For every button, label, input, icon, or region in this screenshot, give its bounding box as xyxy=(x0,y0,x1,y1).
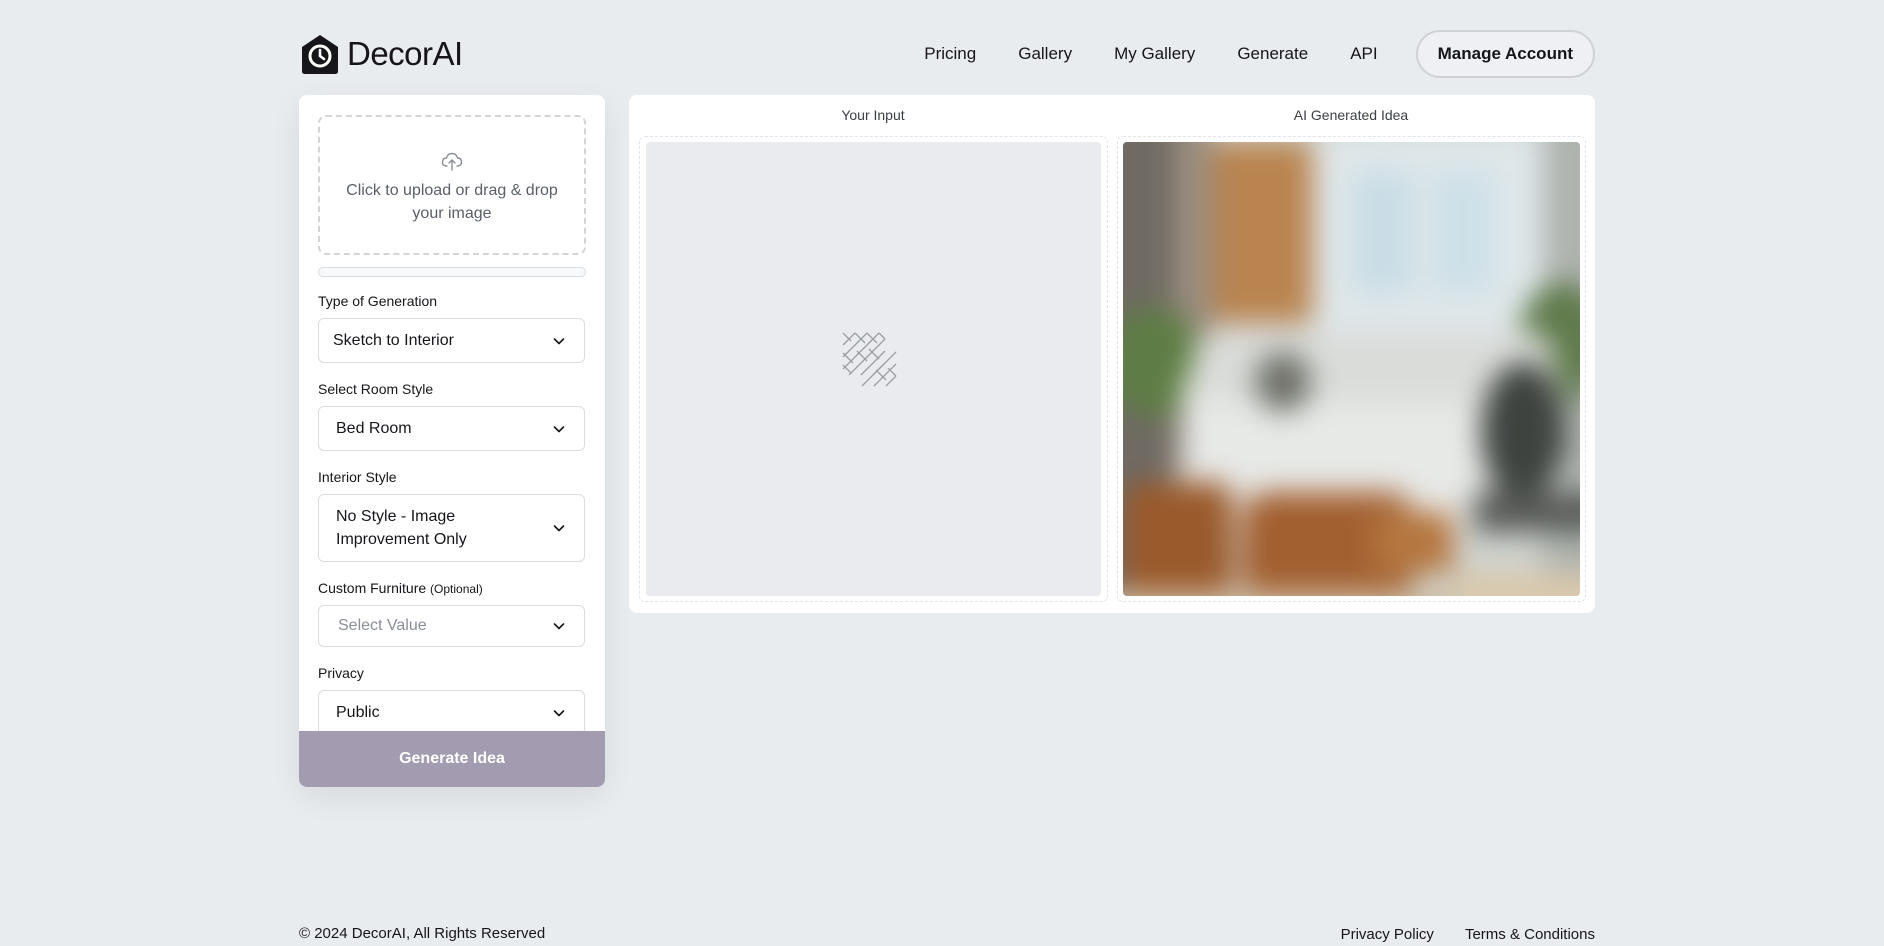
nav-gallery[interactable]: Gallery xyxy=(997,44,1093,64)
custom-furniture-select[interactable]: Select Value xyxy=(318,605,585,647)
nav-generate[interactable]: Generate xyxy=(1216,44,1329,64)
chevron-down-icon xyxy=(553,709,565,716)
top-header: DecorAI Pricing Gallery My Gallery Gener… xyxy=(299,20,1595,88)
room-style-value: Bed Room xyxy=(336,419,412,437)
privacy-label: Privacy xyxy=(318,665,364,681)
input-column-label: Your Input xyxy=(841,107,905,123)
generated-room-image xyxy=(1123,142,1580,596)
preview-card: Your Input AI Generated Idea xyxy=(629,95,1595,613)
room-style-select[interactable]: Bed Room xyxy=(318,406,585,451)
interior-style-label: Interior Style xyxy=(318,469,397,485)
house-clock-icon xyxy=(302,35,338,74)
image-upload-dropzone[interactable]: Click to upload or drag & drop your imag… xyxy=(318,115,586,255)
generation-type-select[interactable]: Sketch to Interior xyxy=(318,318,585,363)
nav-pricing[interactable]: Pricing xyxy=(903,44,997,64)
interior-style-value: No Style - Image Improvement Only xyxy=(336,508,467,548)
chevron-down-icon xyxy=(553,337,565,344)
manage-account-button[interactable]: Manage Account xyxy=(1415,30,1595,78)
image-placeholder-icon xyxy=(842,332,896,387)
upload-progress-bar xyxy=(318,267,586,277)
footer-links: Privacy Policy Terms & Conditions xyxy=(1341,926,1595,943)
privacy-select[interactable]: Public xyxy=(318,690,585,735)
generation-type-label: Type of Generation xyxy=(318,293,438,309)
generated-image[interactable] xyxy=(1123,142,1580,596)
chevron-down-icon xyxy=(553,623,565,630)
privacy-policy-link[interactable]: Privacy Policy xyxy=(1341,926,1434,943)
generation-form-panel: Click to upload or drag & drop your imag… xyxy=(299,95,605,787)
nav-api[interactable]: API xyxy=(1329,44,1398,64)
custom-furniture-placeholder: Select Value xyxy=(338,617,427,634)
optional-tag: (Optional) xyxy=(430,582,483,596)
copyright-text: © 2024 DecorAI, All Rights Reserved xyxy=(299,925,546,942)
interior-style-select[interactable]: No Style - Image Improvement Only xyxy=(318,494,585,562)
terms-link[interactable]: Terms & Conditions xyxy=(1465,926,1595,943)
nav-my-gallery[interactable]: My Gallery xyxy=(1093,44,1216,64)
main-nav: Pricing Gallery My Gallery Generate API … xyxy=(903,30,1595,78)
room-style-label: Select Room Style xyxy=(318,381,434,397)
privacy-value: Public xyxy=(336,703,380,721)
brand-name: DecorAI xyxy=(347,35,463,72)
input-frame xyxy=(639,136,1108,602)
generation-type-value: Sketch to Interior xyxy=(333,331,454,349)
upload-instructions: Click to upload or drag & drop your imag… xyxy=(346,182,558,222)
output-column-label: AI Generated Idea xyxy=(1293,107,1409,123)
generate-idea-button[interactable]: Generate Idea xyxy=(299,731,605,787)
input-image-placeholder[interactable] xyxy=(646,142,1101,596)
output-frame xyxy=(1117,136,1586,602)
chevron-down-icon xyxy=(553,525,565,532)
chevron-down-icon xyxy=(553,425,565,432)
brand-logo[interactable]: DecorAI xyxy=(299,33,463,75)
cloud-upload-icon xyxy=(441,152,463,171)
custom-furniture-label-text: Custom Furniture xyxy=(318,580,427,596)
custom-furniture-label: Custom Furniture (Optional) xyxy=(318,580,586,596)
